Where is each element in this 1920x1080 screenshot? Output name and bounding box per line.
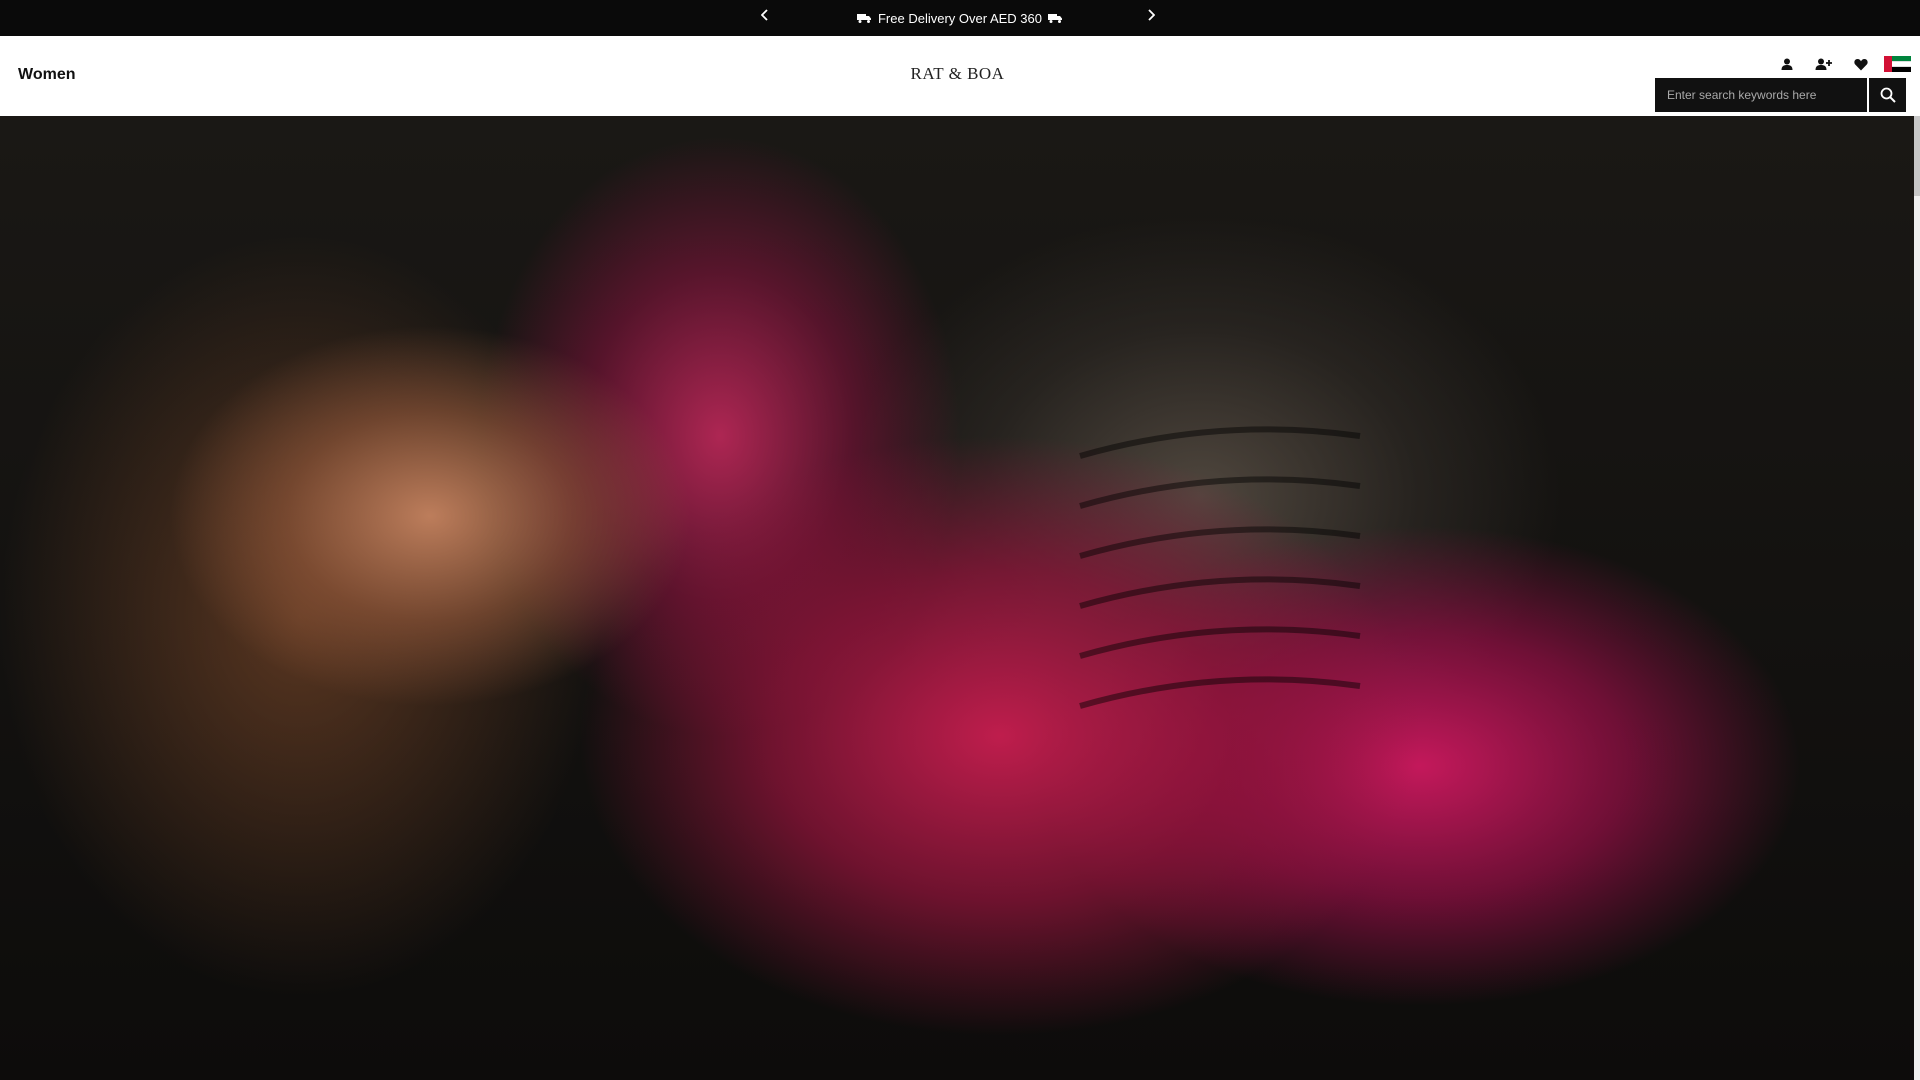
brand-logo[interactable]: RAT & BOA — [0, 64, 1915, 84]
hero-seat-texture — [1079, 426, 1361, 709]
search-input[interactable] — [1655, 78, 1867, 112]
announcement-bar: Free Delivery Over AED 360 — [0, 0, 1920, 36]
register-button[interactable] — [1805, 48, 1842, 80]
page-scrollbar[interactable] — [1914, 116, 1920, 1080]
header-icons — [1768, 48, 1916, 80]
country-selector[interactable] — [1879, 48, 1916, 80]
announcement-message: Free Delivery Over AED 360 — [0, 0, 1920, 36]
truck-icon — [856, 14, 871, 23]
announcement-next-button[interactable] — [1141, 0, 1161, 36]
search-button[interactable] — [1869, 78, 1906, 112]
search-icon — [1880, 87, 1896, 103]
wishlist-button[interactable] — [1842, 48, 1879, 80]
truck-icon — [1048, 14, 1062, 23]
search-bar — [1655, 78, 1906, 112]
site-header: Women RAT & BOA — [0, 36, 1920, 117]
uae-flag-icon — [1884, 56, 1911, 72]
account-icon — [1781, 58, 1792, 70]
register-icon — [1815, 58, 1832, 70]
announcement-text: Free Delivery Over AED 360 — [877, 10, 1042, 26]
chevron-right-icon — [1148, 9, 1156, 21]
hero-image[interactable] — [0, 116, 1914, 1080]
scrollbar-thumb[interactable] — [1914, 116, 1920, 196]
account-button[interactable] — [1768, 48, 1805, 80]
wishlist-heart-icon — [1853, 58, 1868, 70]
